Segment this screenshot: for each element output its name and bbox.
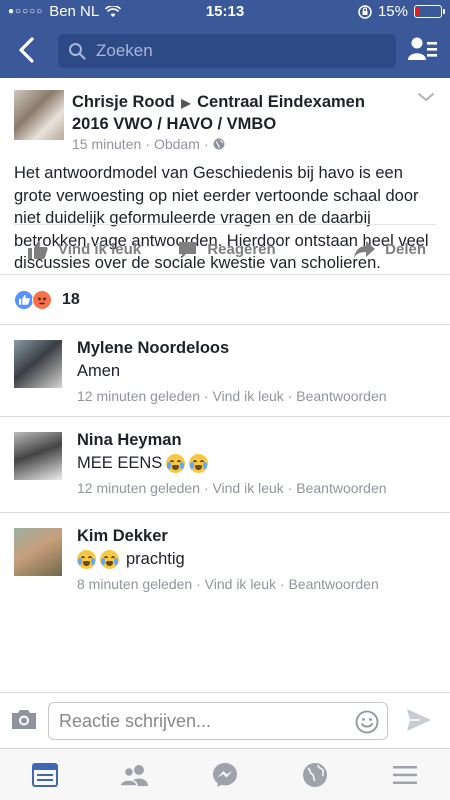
chevron-left-icon <box>19 37 34 63</box>
laughing-emoji-icon <box>100 550 119 569</box>
tab-more[interactable] <box>360 749 450 800</box>
bottom-tab-bar <box>0 748 450 800</box>
tab-friends[interactable] <box>90 749 180 800</box>
commenter-name[interactable]: Kim Dekker <box>77 527 168 546</box>
comment-reply-link[interactable]: Beantwoorden <box>296 388 386 404</box>
comment-composer <box>0 692 450 748</box>
camera-icon <box>12 710 36 729</box>
tab-messenger[interactable] <box>180 749 270 800</box>
menu-icon <box>393 765 417 784</box>
comment-text: Amen <box>77 362 120 381</box>
comment-label: Reageren <box>207 241 276 258</box>
crying-emoji-icon <box>189 454 209 473</box>
comment-text-content: MEE EENS <box>77 454 163 472</box>
commenter-name[interactable]: Mylene Noordeloos <box>77 339 229 358</box>
camera-button[interactable] <box>10 708 38 732</box>
comment-button[interactable]: Reageren <box>161 241 294 259</box>
angry-reaction-icon <box>32 289 52 310</box>
comment-icon <box>179 241 197 258</box>
globe-notifications-icon <box>303 762 327 787</box>
meta-separator-2: · <box>203 136 209 152</box>
comment-time: 12 minuten geleden <box>77 480 200 496</box>
comment-text-content: Amen <box>77 362 121 380</box>
comment-like-link[interactable]: Vind ik leuk <box>212 480 283 496</box>
comment-input[interactable] <box>59 710 339 732</box>
globe-icon <box>213 138 225 150</box>
comment-like-link[interactable]: Vind ik leuk <box>212 388 283 404</box>
tab-notifications[interactable] <box>270 749 360 800</box>
search-bar[interactable] <box>58 34 396 68</box>
post-actions: Vind ik leuk Reageren Delen <box>14 224 436 274</box>
crying-emoji-icon <box>166 454 186 473</box>
comment-input-box[interactable] <box>48 702 388 740</box>
status-bar: ●○○○○ Ben NL 15:13 15% <box>0 0 450 24</box>
meta-separator: · <box>145 136 150 152</box>
comment-meta: 8 minuten geleden · Vind ik leuk · Beant… <box>77 576 379 592</box>
battery-icon <box>414 5 445 18</box>
top-header: ●○○○○ Ben NL 15:13 15% <box>0 0 450 78</box>
post-options-button[interactable] <box>416 90 436 110</box>
comment-text: prachtig <box>77 550 185 569</box>
status-right: 15% <box>358 3 445 20</box>
search-input[interactable] <box>96 41 366 61</box>
comment-meta: 12 minuten geleden · Vind ik leuk · Bean… <box>77 388 387 404</box>
like-label: Vind ik leuk <box>58 241 142 258</box>
share-icon <box>354 241 376 258</box>
comment-time: 8 minuten geleden <box>77 576 193 592</box>
comment-like-link[interactable]: Vind ik leuk <box>205 576 276 592</box>
smiley-icon <box>355 710 379 734</box>
messenger-icon <box>213 762 237 787</box>
author-name[interactable]: Chrisje Rood <box>72 93 175 111</box>
share-label: Delen <box>385 241 427 258</box>
commenter-name[interactable]: Nina Heyman <box>77 431 182 450</box>
comment-text: MEE EENS <box>77 454 209 473</box>
send-button[interactable] <box>406 708 432 734</box>
post-title: Chrisje Rood ▶ Centraal Eindexamen 2016 … <box>72 92 402 135</box>
nav-bar <box>0 24 450 78</box>
friends-icon <box>120 764 148 786</box>
comment-meta: 12 minuten geleden · Vind ik leuk · Bean… <box>77 480 387 496</box>
rotation-lock-icon <box>358 4 372 19</box>
comment-item: Mylene Noordeloos Amen 12 minuten gelede… <box>0 324 450 416</box>
like-reaction-icon <box>14 289 34 310</box>
post-header: Chrisje Rood ▶ Centraal Eindexamen 2016 … <box>0 78 450 154</box>
post-time[interactable]: 15 minuten <box>72 136 141 152</box>
comment-reply-link[interactable]: Beantwoorden <box>296 480 386 496</box>
post-meta: 15 minuten · Obdam · <box>72 136 225 152</box>
battery-level <box>416 7 420 16</box>
comment-list: Mylene Noordeloos Amen 12 minuten gelede… <box>0 324 450 692</box>
news-feed-icon <box>32 762 58 787</box>
emoji-button[interactable] <box>355 710 379 734</box>
share-button[interactable]: Delen <box>293 241 436 258</box>
post-location[interactable]: Obdam <box>154 136 200 152</box>
thumbs-up-icon <box>28 241 48 259</box>
laughing-emoji-icon <box>77 550 96 569</box>
like-button[interactable]: Vind ik leuk <box>14 240 161 259</box>
facebook-post-screen: ●○○○○ Ben NL 15:13 15% Zoeken Chrisje Ro… <box>0 0 450 800</box>
friends-list-icon <box>408 37 437 60</box>
battery-percent: 15% <box>377 3 408 20</box>
arrow-right-icon: ▶ <box>181 96 191 110</box>
chevron-down-icon <box>418 93 434 102</box>
reactions-summary[interactable]: 18 <box>0 274 450 324</box>
commenter-avatar[interactable] <box>14 432 62 480</box>
comment-item: Nina Heyman MEE EENS 12 minuten geleden … <box>0 416 450 512</box>
comment-item: Kim Dekker prachtig 8 minuten geleden · … <box>0 512 450 692</box>
friend-requests-button[interactable] <box>408 36 438 64</box>
comment-reply-link[interactable]: Beantwoorden <box>288 576 378 592</box>
author-avatar[interactable] <box>14 90 64 140</box>
tab-news-feed[interactable] <box>0 749 90 800</box>
back-button[interactable] <box>12 36 40 64</box>
comment-text-content: prachtig <box>126 550 185 568</box>
reaction-count: 18 <box>62 290 80 308</box>
commenter-avatar[interactable] <box>14 340 62 388</box>
commenter-avatar[interactable] <box>14 528 62 576</box>
comment-time: 12 minuten geleden <box>77 388 200 404</box>
search-icon <box>69 43 86 60</box>
send-icon <box>407 709 431 731</box>
